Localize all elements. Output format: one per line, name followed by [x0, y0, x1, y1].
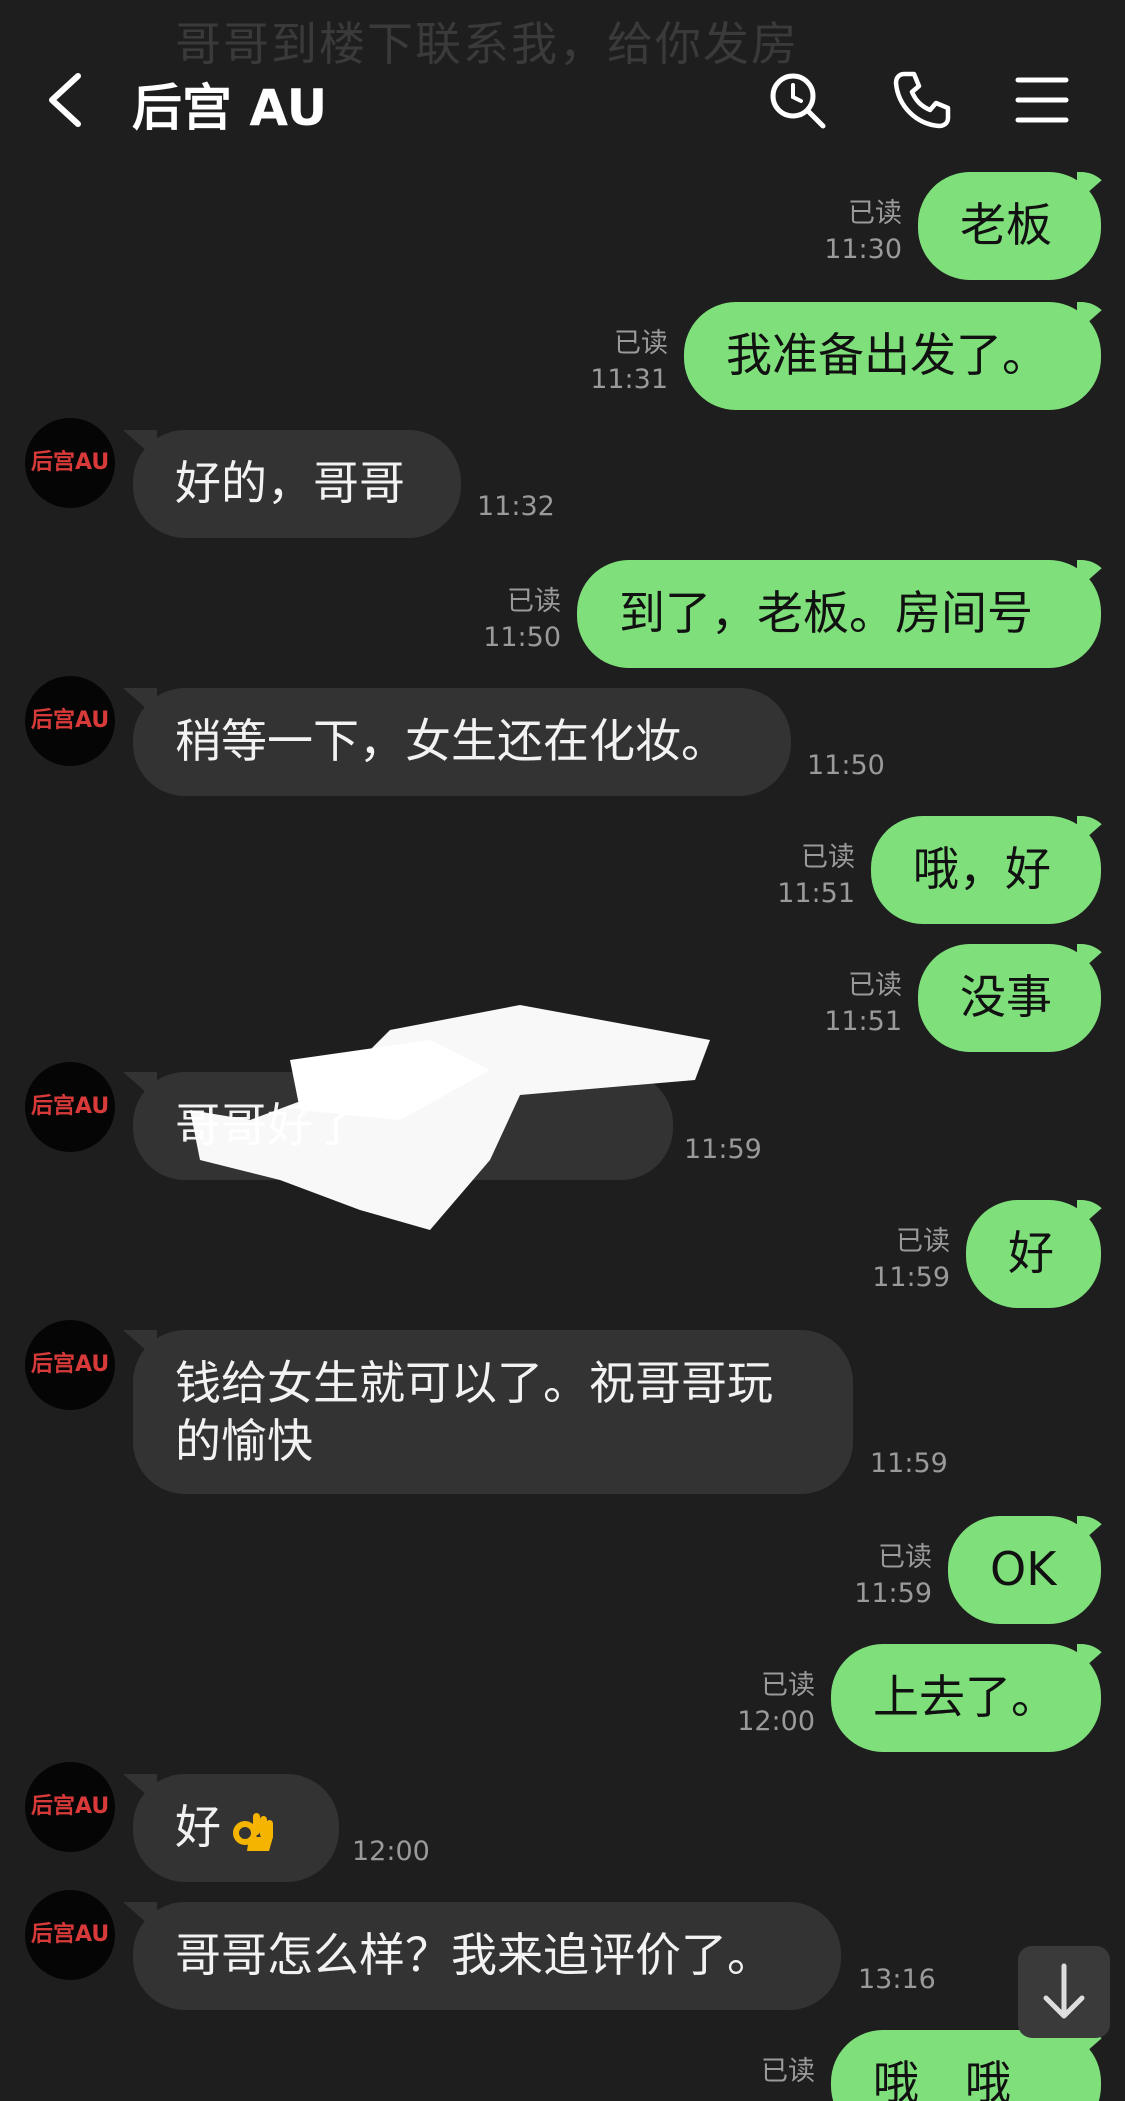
- message-time: 11:59: [854, 1578, 932, 1609]
- outgoing-message[interactable]: 上去了。: [831, 1644, 1101, 1752]
- message-time: 13:16: [858, 1964, 936, 1995]
- outgoing-message[interactable]: 好: [966, 1200, 1101, 1308]
- message-meta: 已读 11:59: [830, 1540, 932, 1612]
- message-text: 好的，哥哥: [175, 456, 405, 510]
- incoming-message[interactable]: 哥哥怎么样？我来追评价了。: [133, 1902, 841, 2010]
- message-meta: 已读 11:51: [800, 968, 902, 1040]
- incoming-message[interactable]: 稍等一下，女生还在化妆。: [133, 688, 791, 796]
- message-text: OK: [990, 1542, 1057, 1596]
- contact-avatar[interactable]: 后宫AU: [25, 1062, 115, 1152]
- incoming-message[interactable]: 钱给女生就可以了。祝哥哥玩 的愉快: [133, 1330, 853, 1494]
- avatar-logo-text: 后宫AU: [31, 708, 110, 733]
- message-text: 上去了。: [873, 1670, 1057, 1724]
- message-text: 好: [1008, 1226, 1054, 1280]
- arrow-down-icon: [1043, 1963, 1085, 2019]
- message-text-line: 的愉快: [175, 1414, 313, 1468]
- message-time: 11:59: [872, 1262, 950, 1293]
- message-time: 11:51: [777, 878, 855, 909]
- outgoing-message[interactable]: 我准备出发了。: [684, 302, 1101, 410]
- read-receipt: 已读: [848, 970, 902, 1001]
- contact-avatar[interactable]: 后宫AU: [25, 1320, 115, 1410]
- message-text: 哥哥怎么样？我来追评价了。: [175, 1928, 773, 1982]
- outgoing-message[interactable]: 老板: [918, 172, 1101, 280]
- outgoing-message[interactable]: OK: [948, 1516, 1101, 1624]
- redaction-scribble: [190, 1005, 710, 1230]
- phone-call-icon[interactable]: [890, 68, 954, 132]
- message-time: 11:32: [477, 491, 555, 522]
- read-receipt: 已读: [896, 1226, 950, 1257]
- avatar-logo-text: 后宫AU: [31, 1352, 110, 1377]
- message-text-line: 钱给女生就可以了。祝哥哥玩: [175, 1356, 773, 1410]
- scroll-to-bottom-button[interactable]: [1018, 1946, 1110, 2038]
- read-receipt: 已读: [614, 328, 668, 359]
- message-meta: 已读 11:50: [459, 584, 561, 656]
- back-arrow-icon[interactable]: [40, 70, 90, 130]
- message-time: 11:31: [590, 364, 668, 395]
- ok-hand-emoji-icon: [229, 1807, 277, 1855]
- read-receipt: 已读: [848, 198, 902, 229]
- contact-avatar[interactable]: 后宫AU: [25, 1890, 115, 1980]
- chat-header: 后宫 AU: [0, 0, 1125, 200]
- message-time: 11:50: [807, 750, 885, 781]
- read-receipt: 已读: [507, 586, 561, 617]
- read-receipt: 已读: [878, 1542, 932, 1573]
- message-time: 12:00: [352, 1836, 430, 1867]
- outgoing-message[interactable]: 哦 哦: [831, 2030, 1101, 2101]
- outgoing-message[interactable]: 哦，好: [871, 816, 1101, 924]
- contact-avatar[interactable]: 后宫AU: [25, 1762, 115, 1852]
- message-text: 我准备出发了。: [726, 328, 1048, 382]
- outgoing-message[interactable]: 没事: [918, 944, 1101, 1052]
- avatar-logo-text: 后宫AU: [31, 1094, 110, 1119]
- avatar-logo-text: 后宫AU: [31, 1922, 110, 1947]
- message-text: 哦，好: [913, 842, 1051, 896]
- avatar-logo-text: 后宫AU: [31, 1794, 110, 1819]
- chat-title: 后宫 AU: [132, 79, 328, 137]
- avatar-logo-text: 后宫AU: [31, 450, 110, 475]
- contact-avatar[interactable]: 后宫AU: [25, 418, 115, 508]
- message-time: 11:59: [870, 1448, 948, 1479]
- message-meta: 已读 11:59: [848, 1224, 950, 1296]
- contact-avatar[interactable]: 后宫AU: [25, 676, 115, 766]
- message-meta: 已读 12:00: [713, 1668, 815, 1740]
- message-time: 11:50: [483, 622, 561, 653]
- read-receipt: 已读: [761, 1670, 815, 1701]
- message-meta: 已读 11:31: [566, 326, 668, 398]
- read-receipt: 已读: [801, 842, 855, 873]
- message-text: 老板: [960, 198, 1052, 252]
- read-receipt: 已读: [761, 2056, 815, 2087]
- incoming-message[interactable]: 好: [133, 1774, 339, 1882]
- outgoing-message[interactable]: 到了，老板。房间号: [577, 560, 1101, 668]
- message-meta: 已读 11:51: [753, 840, 855, 912]
- message-meta: 已读 11:30: [800, 196, 902, 268]
- incoming-message[interactable]: 好的，哥哥: [133, 430, 461, 538]
- search-icon[interactable]: [765, 68, 829, 132]
- message-text: 哦 哦: [873, 2056, 1011, 2101]
- message-text: 没事: [960, 970, 1052, 1024]
- menu-icon[interactable]: [1010, 68, 1074, 132]
- message-text: 稍等一下，女生还在化妆。: [175, 714, 727, 768]
- message-time: 11:51: [824, 1006, 902, 1037]
- message-meta: 已读: [713, 2054, 815, 2090]
- message-time: 11:30: [824, 234, 902, 265]
- message-text: 好: [175, 1800, 221, 1854]
- chat-screen: 哥哥到楼下联系我，给你发房 后宫 AU 老板 已读 11:30 我准备出发了。 …: [0, 0, 1125, 2101]
- message-time: 12:00: [737, 1706, 815, 1737]
- message-text: 到了，老板。房间号: [619, 586, 1033, 640]
